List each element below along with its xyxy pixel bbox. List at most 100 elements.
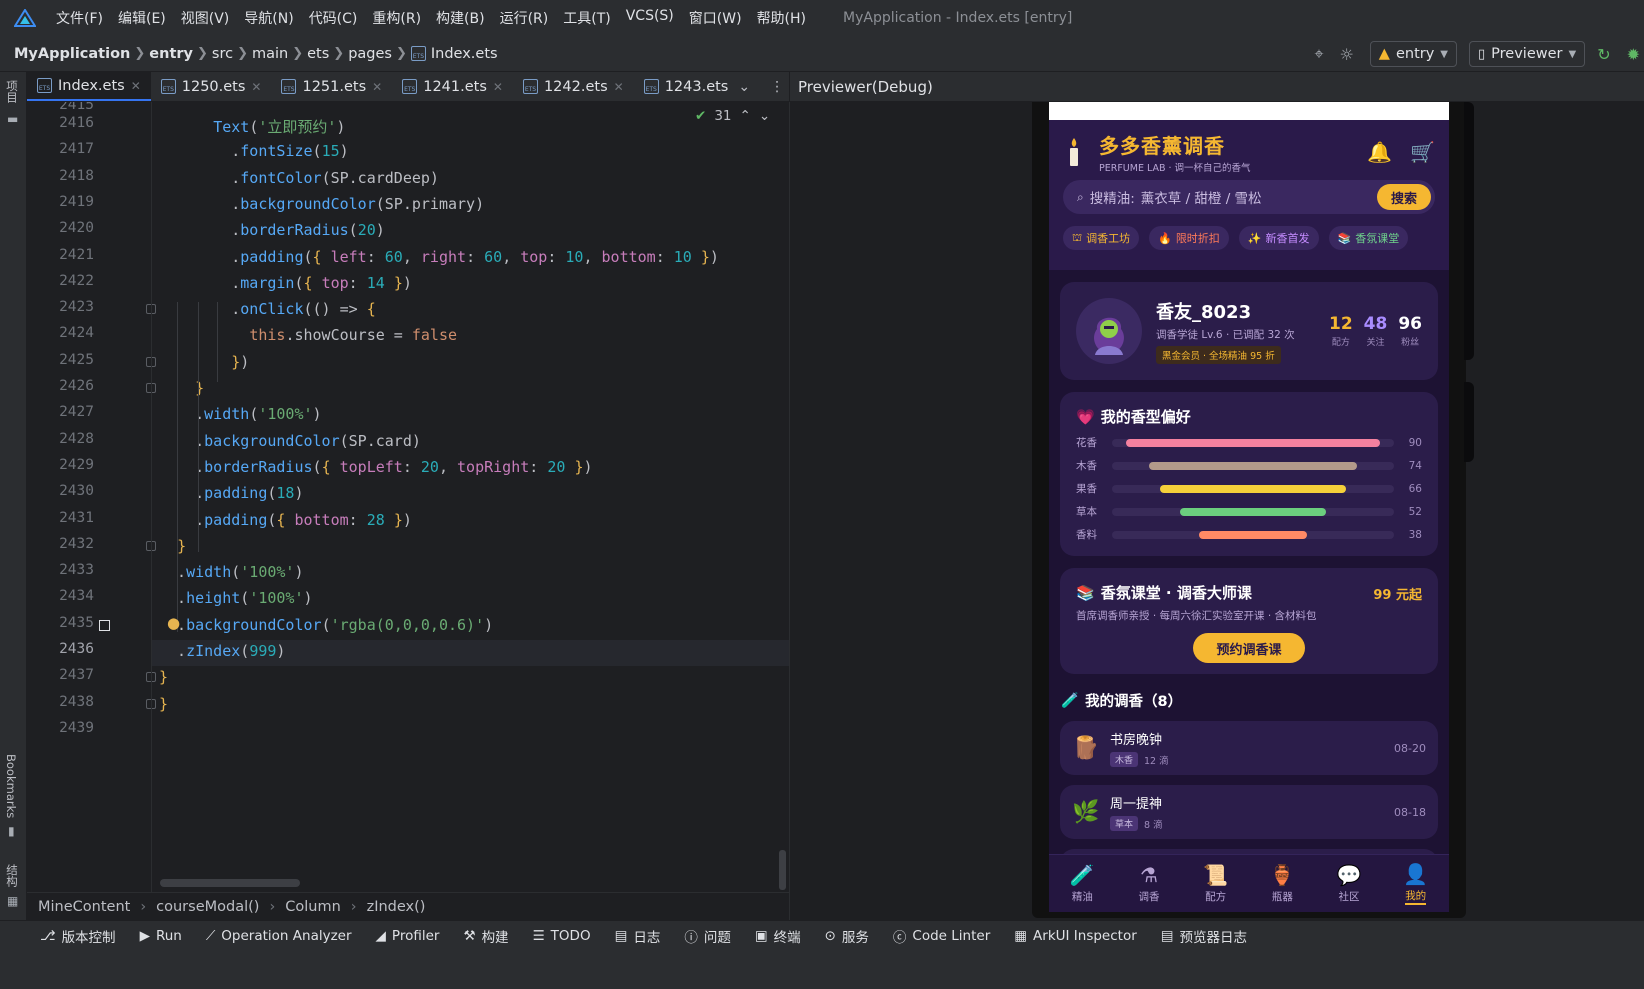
blend-list-item[interactable]: 🪵 书房晚钟 木香 12 滴 08-20 xyxy=(1060,721,1438,775)
bookmark-icon[interactable]: ▮ xyxy=(8,824,15,838)
tool-window-button[interactable]: ▣ 终端 xyxy=(755,926,801,946)
breadcrumb-item[interactable]: main xyxy=(252,46,288,62)
avatar[interactable] xyxy=(1076,298,1142,364)
tool-window-button[interactable]: ◢ Profiler xyxy=(376,928,440,944)
tool-window-button[interactable]: ▤ 日志 xyxy=(615,926,661,946)
lightbulb-icon[interactable]: ● xyxy=(167,614,180,632)
code-line[interactable]: .padding(18) xyxy=(159,484,303,502)
close-icon[interactable]: ✕ xyxy=(131,79,141,93)
menu-item-4[interactable]: 代码(C) xyxy=(309,8,358,28)
code-editor[interactable]: 2415 2416 2417 2418 2419 2420 2421 2422 2423 2424… xyxy=(27,102,789,892)
code-line[interactable]: .borderRadius({ topLeft: 20, topRight: 2… xyxy=(159,458,592,476)
code-line[interactable]: this.showCourse = false xyxy=(159,326,457,344)
close-icon[interactable]: ✕ xyxy=(372,80,382,94)
breadcrumb-item[interactable]: pages xyxy=(348,46,392,62)
tool-window-button[interactable]: ▤ 预览器日志 xyxy=(1161,926,1247,946)
code-line[interactable]: .fontSize(15) xyxy=(159,142,348,160)
next-highlight-icon[interactable]: ⌄ xyxy=(759,108,770,124)
tool-window-button[interactable]: ⟋ Operation Analyzer xyxy=(206,928,352,944)
code-line[interactable]: .padding({ left: 60, right: 60, top: 10,… xyxy=(159,248,719,266)
tool-window-button[interactable]: ⚒ 构建 xyxy=(463,926,508,946)
profile-stat[interactable]: 48 关注 xyxy=(1364,314,1388,348)
project-tool-button[interactable]: 项目 xyxy=(4,80,20,103)
device-select[interactable]: ▯ Previewer ▼ xyxy=(1469,41,1586,67)
debug-run-icon[interactable]: ✹ xyxy=(1627,45,1640,64)
code-line[interactable]: .margin({ top: 14 }) xyxy=(159,274,412,292)
breadcrumb-item[interactable]: ets xyxy=(307,46,329,62)
tool-window-button[interactable]: ▶ Run xyxy=(140,928,182,944)
menu-item-3[interactable]: 导航(N) xyxy=(244,8,293,28)
menu-item-9[interactable]: VCS(S) xyxy=(626,8,674,28)
vertical-scrollbar[interactable] xyxy=(779,850,786,890)
code-line[interactable]: .padding({ bottom: 28 }) xyxy=(159,511,412,529)
code-line[interactable]: .onClick(() => { xyxy=(159,300,376,318)
menu-item-7[interactable]: 运行(R) xyxy=(500,8,549,28)
bell-icon[interactable]: 🔔 xyxy=(1367,140,1392,164)
editor-tab[interactable]: ETS 1241.ets ✕ xyxy=(392,72,513,101)
menu-item-0[interactable]: 文件(F) xyxy=(56,8,103,28)
bottom-tab[interactable]: 👤 我的 xyxy=(1382,855,1449,912)
structure-icon[interactable]: ▦ xyxy=(7,894,18,908)
profile-stat[interactable]: 12 配方 xyxy=(1329,314,1353,348)
course-card[interactable]: 📚 香氛课堂 · 调香大师课 99 元起 首席调香师亲授 · 每周六徐汇实验室开… xyxy=(1060,568,1438,674)
close-icon[interactable]: ✕ xyxy=(614,80,624,94)
menu-item-6[interactable]: 构建(B) xyxy=(436,8,485,28)
search-button[interactable]: 搜索 xyxy=(1376,184,1431,210)
editor-tab[interactable]: ETS 1250.ets ✕ xyxy=(151,72,272,101)
quick-chip[interactable]: ⛫ 调香工坊 xyxy=(1063,226,1140,250)
blend-list-item[interactable]: 🌿 周一提神 草本 8 滴 08-18 xyxy=(1060,785,1438,839)
inspection-widget[interactable]: ✔ 31 ⌃ ⌄ xyxy=(695,108,770,124)
menu-item-1[interactable]: 编辑(E) xyxy=(118,8,166,28)
refresh-icon[interactable]: ↻ xyxy=(1597,45,1610,64)
menu-item-11[interactable]: 帮助(H) xyxy=(757,8,806,28)
breadcrumb-item[interactable]: src xyxy=(212,46,233,62)
structure-crumb[interactable]: MineContent xyxy=(38,899,130,915)
code-line[interactable]: .backgroundColor(SP.primary) xyxy=(159,195,484,213)
code-line[interactable]: .width('100%') xyxy=(159,563,303,581)
bottom-tab[interactable]: 📜 配方 xyxy=(1182,855,1249,912)
tool-window-button[interactable]: ⓘ 问题 xyxy=(684,926,731,946)
structure-crumb[interactable]: Column xyxy=(285,899,341,915)
bottom-tab[interactable]: 💬 社区 xyxy=(1316,855,1383,912)
editor-tab[interactable]: ETS Index.ets ✕ xyxy=(27,72,151,101)
tool-window-button[interactable]: ⊙ 服务 xyxy=(825,926,869,946)
tool-window-button[interactable]: ☰ TODO xyxy=(533,928,591,944)
target-icon[interactable]: ⌖ xyxy=(1314,44,1323,64)
quick-chip[interactable]: 📚 香氛课堂 xyxy=(1328,226,1409,250)
more-options-icon[interactable]: ⋮ xyxy=(770,79,784,95)
profile-card[interactable]: 香友_8023 调香学徒 Lv.6 · 已调配 32 次 黑金会员 · 全场精油… xyxy=(1060,282,1438,380)
folder-icon[interactable]: ▬ xyxy=(7,112,18,126)
quick-chip[interactable]: 🔥 限时折扣 xyxy=(1149,226,1229,250)
code-line[interactable]: .height('100%') xyxy=(159,589,312,607)
code-line[interactable]: .fontColor(SP.cardDeep) xyxy=(159,169,439,187)
search-input[interactable]: ⌕ 搜精油: 薰衣草 / 甜橙 / 雪松 搜索 xyxy=(1063,180,1435,214)
prev-highlight-icon[interactable]: ⌃ xyxy=(740,108,751,124)
tool-window-button[interactable]: ▦ ArkUI Inspector xyxy=(1014,928,1137,944)
breadcrumb-item[interactable]: entry xyxy=(149,46,193,62)
close-icon[interactable]: ✕ xyxy=(493,80,503,94)
menu-item-2[interactable]: 视图(V) xyxy=(181,8,230,28)
code-line[interactable]: } xyxy=(159,668,168,686)
structure-crumb[interactable]: courseModal() xyxy=(156,899,259,915)
editor-tab[interactable]: ETS 1251.ets ✕ xyxy=(271,72,392,101)
code-line[interactable]: .zIndex(999) xyxy=(159,642,285,660)
bottom-tab[interactable]: 🧪 精油 xyxy=(1049,855,1116,912)
breadcrumb-item[interactable]: MyApplication xyxy=(14,46,130,62)
tab-list-chevron-icon[interactable]: ⌄ xyxy=(738,79,750,95)
code-line[interactable]: }) xyxy=(159,353,249,371)
menu-item-8[interactable]: 工具(T) xyxy=(563,8,610,28)
code-line[interactable]: .backgroundColor('rgba(0,0,0,0.6)') xyxy=(159,616,493,634)
code-line[interactable]: .width('100%') xyxy=(159,405,321,423)
tool-window-button[interactable]: ⓒ Code Linter xyxy=(893,926,990,946)
menu-item-10[interactable]: 窗口(W) xyxy=(689,8,742,28)
tool-window-button[interactable]: ⎇ 版本控制 xyxy=(40,926,116,946)
bookmarks-tool-button[interactable]: Bookmarks xyxy=(4,754,18,818)
run-config-select[interactable]: ▲ entry ▼ xyxy=(1369,41,1457,67)
code-line[interactable]: Text('立即预约') xyxy=(159,116,345,137)
breadcrumb-item[interactable]: Index.ets xyxy=(431,46,498,62)
book-course-button[interactable]: 预约调香课 xyxy=(1193,633,1305,663)
close-icon[interactable]: ✕ xyxy=(251,80,261,94)
horizontal-scrollbar[interactable] xyxy=(160,879,300,887)
profile-stat[interactable]: 96 粉丝 xyxy=(1398,314,1422,348)
editor-tab[interactable]: ETS 1242.ets ✕ xyxy=(513,72,634,101)
